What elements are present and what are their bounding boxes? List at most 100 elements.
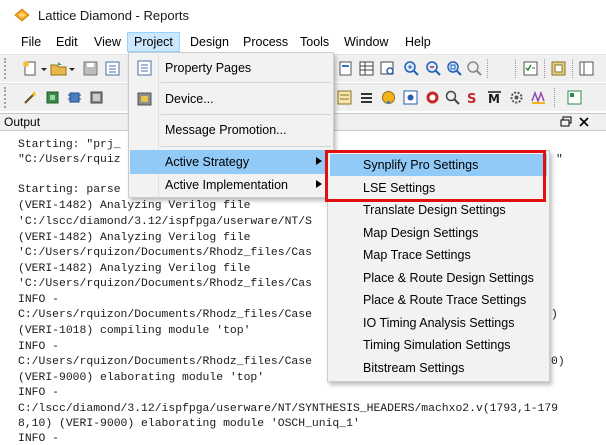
module-icon[interactable] <box>550 60 567 77</box>
find-in-table-icon[interactable] <box>379 60 396 77</box>
toolbar-grip[interactable] <box>4 87 7 108</box>
submenu-arrow-icon <box>316 157 322 167</box>
console-line: INFO - <box>18 341 60 353</box>
submenu-item-label: Translate Design Settings <box>363 203 506 217</box>
layout-icon[interactable] <box>566 89 583 106</box>
menu-help[interactable]: Help <box>399 32 437 52</box>
submenu-item-map-design-settings[interactable]: Map Design Settings <box>330 222 547 244</box>
netlist-icon[interactable] <box>336 89 353 106</box>
submenu-item-label: Map Design Settings <box>363 226 479 240</box>
flag-s-icon[interactable]: S <box>464 89 481 107</box>
report-icon[interactable] <box>337 60 354 77</box>
property-icon[interactable] <box>104 60 121 77</box>
svg-text:M: M <box>488 92 500 106</box>
new-file-icon[interactable] <box>22 60 39 77</box>
device-icon <box>136 91 153 107</box>
menu-process[interactable]: Process <box>237 32 294 52</box>
toolbar-separator <box>572 59 573 78</box>
menu-edit[interactable]: Edit <box>50 32 84 52</box>
submenu-item-label: IO Timing Analysis Settings <box>363 316 515 330</box>
menu-window[interactable]: Window <box>338 32 394 52</box>
console-line: (VERI-1482) Analyzing Verilog file <box>18 232 251 244</box>
window-title: Lattice Diamond - Reports <box>38 7 190 23</box>
console-line-tail: " <box>556 154 563 166</box>
menu-separator <box>161 82 331 83</box>
settings-icon[interactable] <box>508 89 525 106</box>
console-line: INFO - <box>18 433 60 445</box>
submenu-item-map-trace-settings[interactable]: Map Trace Settings <box>330 244 547 266</box>
globe-icon[interactable] <box>380 89 397 106</box>
toolbar-separator <box>544 59 545 78</box>
submenu-item-place-route-design-settings[interactable]: Place & Route Design Settings <box>330 267 547 289</box>
title-bar: Lattice Diamond - Reports <box>0 0 606 30</box>
toolbar-separator <box>554 88 555 107</box>
console-line: 'C:/lscc/diamond/3.12/ispfpga/userware/N… <box>18 216 312 228</box>
submenu-item-translate-design-settings[interactable]: Translate Design Settings <box>330 199 547 221</box>
pane-float-icon[interactable] <box>560 116 572 131</box>
monitor-icon[interactable]: M <box>486 89 503 106</box>
console-line: Starting: "prj_ <box>18 139 121 151</box>
console-line-tail: ) <box>551 309 558 321</box>
console-line: INFO - <box>18 294 60 306</box>
panel-icon[interactable] <box>578 60 595 77</box>
submenu-item-label: Timing Simulation Settings <box>363 338 511 352</box>
menu-separator <box>161 146 331 147</box>
menu-item-device[interactable]: Device... <box>130 87 332 111</box>
submenu-item-place-route-trace-settings[interactable]: Place & Route Trace Settings <box>330 289 547 311</box>
search-icon[interactable] <box>444 89 461 106</box>
toolbar-separator <box>487 59 488 78</box>
submenu-item-label: Map Trace Settings <box>363 248 471 262</box>
menu-item-label: Property Pages <box>165 61 252 75</box>
console-line: Starting: parse <box>18 184 121 196</box>
submenu-item-bitstream-settings[interactable]: Bitstream Settings <box>330 357 547 379</box>
package-icon[interactable] <box>88 89 105 106</box>
list-icon[interactable] <box>358 89 375 106</box>
menu-project[interactable]: Project <box>127 32 180 52</box>
menu-tools[interactable]: Tools <box>294 32 335 52</box>
table-icon[interactable] <box>358 60 375 77</box>
console-line: (VERI-1482) Analyzing Verilog file <box>18 263 251 275</box>
zoom-fit-icon[interactable] <box>446 60 463 77</box>
menu-item-active-strategy[interactable]: Active Strategy <box>130 150 332 174</box>
menu-design[interactable]: Design <box>184 32 235 52</box>
analyze-icon[interactable] <box>424 89 441 106</box>
console-line: INFO - <box>18 387 60 399</box>
pane-close-icon[interactable] <box>578 114 590 131</box>
console-line: (VERI-1018) compiling module 'top' <box>18 325 251 337</box>
menu-item-label: Active Strategy <box>165 155 250 169</box>
save-icon[interactable] <box>82 60 99 77</box>
console-line: 8,10) (VERI-9000) elaborating module 'OS… <box>18 418 360 430</box>
wave-icon[interactable] <box>530 89 547 106</box>
console-line: "C:/Users/rquiz <box>18 154 121 166</box>
dropdown-arrow-icon[interactable] <box>68 60 76 77</box>
toolbar-grip[interactable] <box>4 58 7 79</box>
menu-item-label: Active Implementation <box>165 178 288 192</box>
menu-item-active-implementation[interactable]: Active Implementation <box>130 173 332 197</box>
dropdown-arrow-icon[interactable] <box>40 60 48 77</box>
open-folder-icon[interactable] <box>50 60 67 77</box>
submenu-item-timing-simulation-settings[interactable]: Timing Simulation Settings <box>330 334 547 356</box>
menu-item-property-pages[interactable]: Property Pages <box>130 56 332 80</box>
chip-icon[interactable] <box>44 89 61 106</box>
project-menu-dropdown: Property Pages Device... Message Promoti… <box>128 52 334 198</box>
submenu-item-label: Place & Route Design Settings <box>363 271 534 285</box>
property-pages-icon <box>136 60 153 76</box>
zoom-area-icon[interactable] <box>466 60 483 77</box>
output-pane-title: Output <box>4 115 41 129</box>
console-line: (VERI-1482) Analyzing Verilog file <box>18 200 251 212</box>
wand-icon[interactable] <box>22 89 39 106</box>
console-line: 'C:/Users/rquizon/Documents/Rhodz_files/… <box>18 247 312 259</box>
submenu-item-label: Bitstream Settings <box>363 361 465 375</box>
menu-item-label: Device... <box>165 92 214 106</box>
menu-file[interactable]: File <box>15 32 47 52</box>
zoom-in-icon[interactable] <box>403 60 420 77</box>
zoom-out-icon[interactable] <box>425 60 442 77</box>
toolbar-separator <box>515 59 516 78</box>
processor-icon[interactable] <box>66 89 83 106</box>
menu-view[interactable]: View <box>88 32 127 52</box>
submenu-item-label: Place & Route Trace Settings <box>363 293 527 307</box>
submenu-item-io-timing-analysis-settings[interactable]: IO Timing Analysis Settings <box>330 312 547 334</box>
checklist-icon[interactable] <box>522 60 539 77</box>
menu-item-message-promotion[interactable]: Message Promotion... <box>130 118 332 142</box>
io-icon[interactable] <box>402 89 419 106</box>
